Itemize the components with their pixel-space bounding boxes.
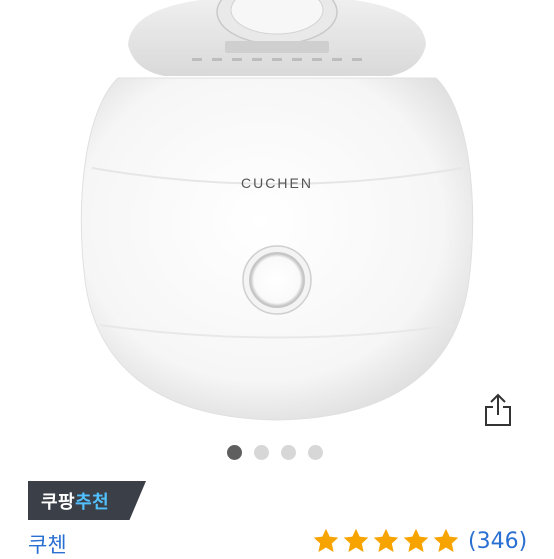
coupang-recommend-badge: 쿠팡 추천 bbox=[28, 481, 146, 520]
star-icon bbox=[343, 528, 369, 552]
badge-highlight: 추천 bbox=[75, 491, 110, 513]
carousel-indicator bbox=[227, 445, 323, 460]
star-icon bbox=[433, 528, 459, 552]
badge-prefix: 쿠팡 bbox=[41, 491, 76, 513]
rating[interactable]: (346) bbox=[312, 527, 527, 555]
review-count[interactable]: (346) bbox=[468, 529, 527, 554]
star-icon bbox=[313, 528, 339, 552]
carousel-dot-3[interactable] bbox=[281, 445, 296, 460]
star-icon bbox=[373, 528, 399, 552]
star-icon bbox=[403, 528, 429, 552]
carousel-dot-4[interactable] bbox=[308, 445, 323, 460]
brand-link[interactable]: 쿠첸 bbox=[28, 529, 67, 559]
product-image: CUCHEN bbox=[80, 0, 474, 421]
brand-logo: CUCHEN bbox=[241, 175, 313, 191]
carousel-dot-2[interactable] bbox=[254, 445, 269, 460]
carousel-dot-1[interactable] bbox=[227, 445, 242, 460]
share-button[interactable] bbox=[478, 388, 518, 432]
share-icon bbox=[485, 393, 511, 426]
